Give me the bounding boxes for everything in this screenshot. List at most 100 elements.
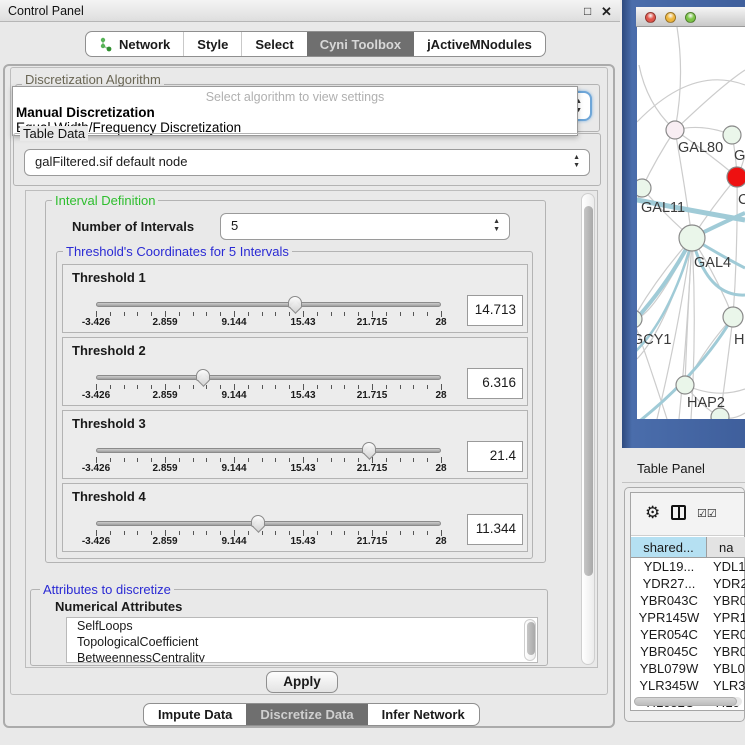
threshold-value-field[interactable]: 21.4 xyxy=(467,441,523,472)
table-cell[interactable]: YER054C xyxy=(631,627,707,644)
close-light[interactable] xyxy=(645,12,656,23)
network-node-GAL-right[interactable] xyxy=(723,126,741,144)
tab-infer-network[interactable]: Infer Network xyxy=(368,704,479,725)
attribute-list-item[interactable]: TopologicalCoefficient xyxy=(67,634,537,650)
columns-icon[interactable] xyxy=(671,505,686,520)
network-window-titlebar[interactable] xyxy=(636,7,745,27)
table-cell[interactable]: YBL079W xyxy=(631,661,707,678)
table-cell[interactable]: YER0 xyxy=(707,627,745,644)
column-header-1[interactable]: na xyxy=(707,537,745,557)
combo-spinner-icon[interactable]: ▲▼ xyxy=(493,218,500,234)
zoom-light[interactable] xyxy=(685,12,696,23)
table-cell[interactable]: YBR0 xyxy=(707,644,745,661)
threshold-value-field[interactable]: 6.316 xyxy=(467,368,523,399)
attributes-scrollbar-thumb[interactable] xyxy=(527,622,535,655)
table-row[interactable]: YBL079WYBL0 xyxy=(631,661,744,678)
checkbox-checked-icon[interactable]: ☑☑ xyxy=(697,507,717,520)
tab-impute-data[interactable]: Impute Data xyxy=(144,704,246,725)
table-cell[interactable]: YDL1 xyxy=(707,559,745,576)
network-edge[interactable] xyxy=(639,65,675,130)
tab-network[interactable]: Network xyxy=(86,32,183,56)
table-cell[interactable]: YBR045C xyxy=(631,644,707,661)
table-cell[interactable]: YBR0 xyxy=(707,593,745,610)
algorithm-option[interactable]: Manual Discretization xyxy=(16,105,155,120)
table-row[interactable]: YBR045CYBR0 xyxy=(631,644,744,661)
slider-tick xyxy=(220,531,221,535)
float-window-icon[interactable]: □ xyxy=(584,4,591,18)
table-cell[interactable]: YPR1 xyxy=(707,610,745,627)
vertical-scrollbar[interactable] xyxy=(581,193,595,665)
table-cell[interactable]: YPR145W xyxy=(631,610,707,627)
combo-spinner-icon[interactable]: ▲▼ xyxy=(573,154,580,170)
network-node-H-node[interactable] xyxy=(723,307,743,327)
slider-tick xyxy=(151,458,152,462)
gear-icon[interactable]: ⚙ xyxy=(645,503,660,523)
tab-style[interactable]: Style xyxy=(183,32,241,56)
numerical-attributes-list[interactable]: SelfLoopsTopologicalCoefficientBetweenne… xyxy=(66,617,538,663)
network-edge[interactable] xyxy=(642,130,675,188)
slider-tick xyxy=(344,531,345,535)
threshold-slider-track[interactable] xyxy=(96,302,441,307)
table-row[interactable]: YER054CYER0 xyxy=(631,627,744,644)
attribute-list-item[interactable]: SelfLoops xyxy=(67,618,537,634)
apply-button[interactable]: Apply xyxy=(266,671,338,693)
table-row[interactable]: YLR345WYLR3 xyxy=(631,678,744,695)
threshold-slider-thumb[interactable] xyxy=(288,296,302,308)
table-cell[interactable]: YDR27... xyxy=(631,576,707,593)
slider-tick xyxy=(344,458,345,462)
attribute-list-item[interactable]: BetweennessCentrality xyxy=(67,650,537,663)
threshold-slider-track[interactable] xyxy=(96,448,441,453)
threshold-value-field[interactable]: 14.713 xyxy=(467,295,523,326)
attributes-scrollbar[interactable] xyxy=(524,619,536,661)
threshold-slider-thumb[interactable] xyxy=(362,442,376,454)
table-row[interactable]: YDL19...YDL1 xyxy=(631,559,744,576)
threshold-value-field[interactable]: 11.344 xyxy=(467,514,523,545)
slider-tick xyxy=(358,385,359,389)
network-node-red-node[interactable] xyxy=(727,167,745,187)
table-cell[interactable]: YBR043C xyxy=(631,593,707,610)
slider-tick xyxy=(289,385,290,389)
network-node-HAP2[interactable] xyxy=(676,376,694,394)
slider-tick xyxy=(427,531,428,535)
slider-tick xyxy=(344,312,345,316)
table-cell[interactable]: YBL0 xyxy=(707,661,745,678)
table-data-combobox[interactable]: galFiltered.sif default node ▲▼ xyxy=(24,149,590,176)
table-hscrollbar-thumb[interactable] xyxy=(634,697,737,706)
tab-discretize-data[interactable]: Discretize Data xyxy=(246,704,367,725)
network-canvas[interactable]: GAL80GCGAL11GAL4GCY1HHAP2 xyxy=(637,27,745,419)
threshold-slider-track[interactable] xyxy=(96,521,441,526)
table-row[interactable]: YBR043CYBR0 xyxy=(631,593,744,610)
network-node-label: GAL11 xyxy=(641,200,685,216)
column-header-0[interactable]: shared... xyxy=(631,537,707,557)
table-cell[interactable]: YDL19... xyxy=(631,559,707,576)
minimize-light[interactable] xyxy=(665,12,676,23)
slider-tick xyxy=(275,385,276,389)
table-row[interactable]: YPR145WYPR1 xyxy=(631,610,744,627)
threshold-slider-track[interactable] xyxy=(96,375,441,380)
tab-cyni-toolbox[interactable]: Cyni Toolbox xyxy=(307,32,414,56)
network-node-GAL11[interactable] xyxy=(637,179,651,197)
num-intervals-combobox[interactable]: 5 ▲▼ xyxy=(220,213,510,240)
vertical-scrollbar-thumb[interactable] xyxy=(584,206,593,576)
network-node-GAL80[interactable] xyxy=(666,121,684,139)
network-edge[interactable] xyxy=(675,27,681,130)
tab-select[interactable]: Select xyxy=(241,32,306,56)
threshold-slider-thumb[interactable] xyxy=(251,515,265,527)
close-window-icon[interactable]: ✕ xyxy=(601,4,612,20)
slider-tick xyxy=(206,385,207,389)
slider-tick xyxy=(193,531,194,535)
table-cell[interactable]: YLR345W xyxy=(631,678,707,695)
table-cell[interactable]: YDR2 xyxy=(707,576,745,593)
threshold-panel: Threshold 4-3.4262.8599.14415.4321.71528… xyxy=(62,483,528,552)
threshold-slider-thumb[interactable] xyxy=(196,369,210,381)
network-node-GAL4[interactable] xyxy=(679,225,705,251)
slider-tick xyxy=(400,385,401,389)
table-row[interactable]: YDR27...YDR2 xyxy=(631,576,744,593)
table-cell[interactable]: YLR3 xyxy=(707,678,745,695)
slider-tick xyxy=(124,458,125,462)
network-edge[interactable] xyxy=(675,70,745,130)
algorithm-dropdown-popup: Select algorithm to view settings Manual… xyxy=(12,86,578,136)
algorithm-placeholder: Select algorithm to view settings xyxy=(13,90,577,104)
tab-jactivemnodules[interactable]: jActiveMNodules xyxy=(414,32,545,56)
table-horizontal-scrollbar[interactable] xyxy=(634,697,742,706)
